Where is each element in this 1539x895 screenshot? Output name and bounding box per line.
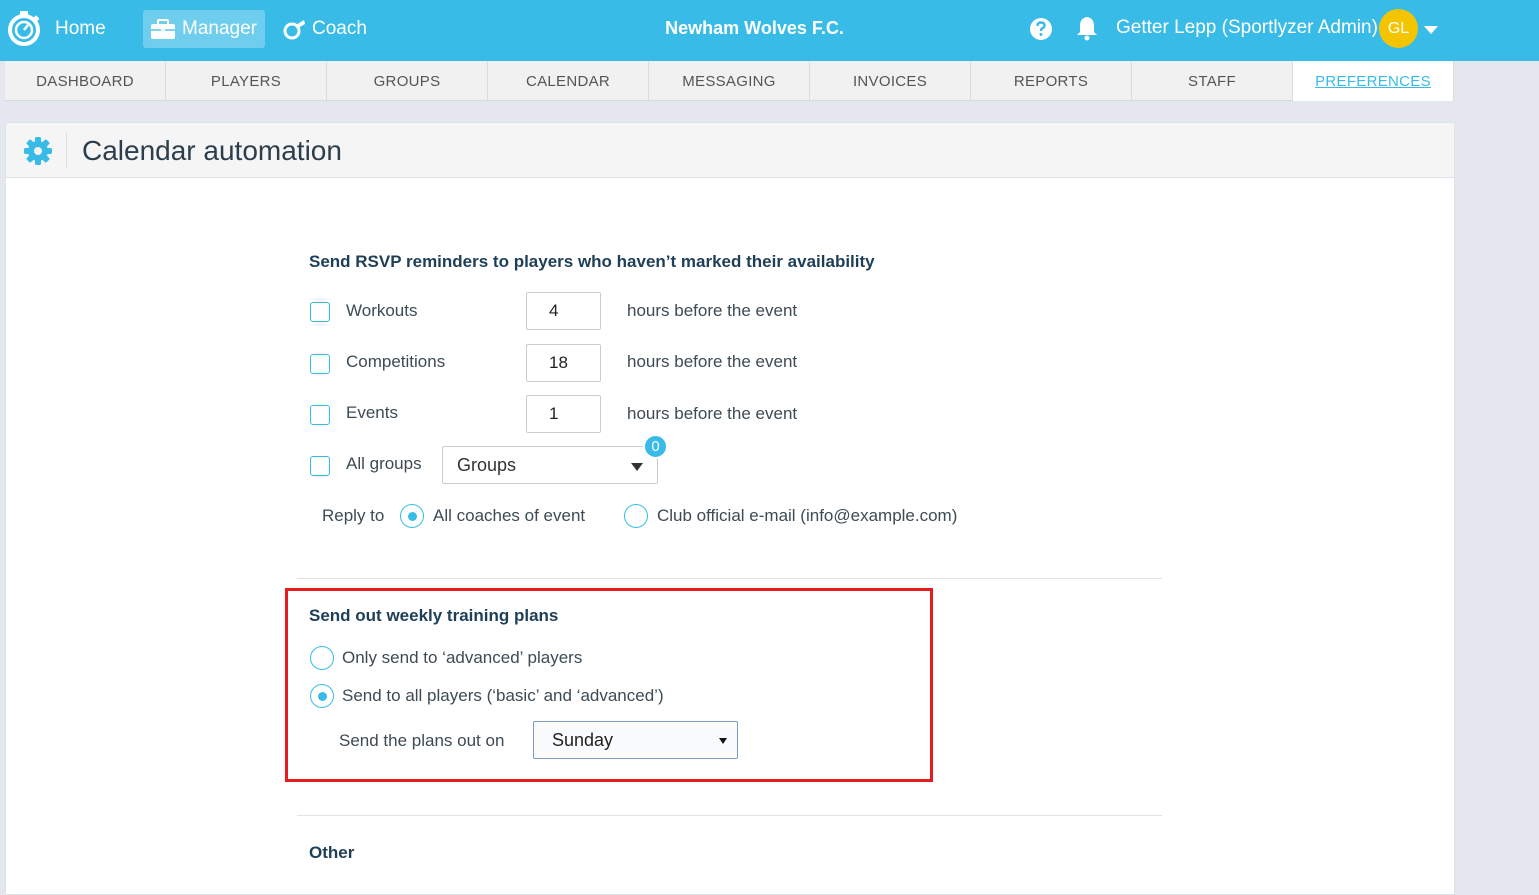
tab-invoices[interactable]: INVOICES [810,61,971,101]
workouts-hours-input[interactable]: 4 [526,292,601,330]
workouts-label: Workouts [346,301,418,320]
events-suffix: hours before the event [627,404,798,423]
groups-select-value: Groups [457,454,517,475]
groups-count-badge: 0 [643,434,668,459]
competitions-checkbox[interactable] [310,354,330,374]
gear-icon [24,137,52,165]
section-divider [297,815,1162,816]
tab-reports[interactable]: REPORTS [971,61,1132,101]
weekly-all-players-label: Send to all players (‘basic’ and ‘advanc… [342,686,664,705]
competitions-hours-input[interactable]: 18 [526,344,601,382]
header-divider [66,133,67,168]
page-title: Calendar automation [82,135,342,166]
competitions-label: Competitions [346,352,446,371]
events-checkbox[interactable] [310,405,330,425]
tab-players[interactable]: PLAYERS [166,61,327,101]
caret-down-icon [631,463,643,471]
tab-staff[interactable]: STAFF [1132,61,1293,101]
tab-messaging[interactable]: MESSAGING [649,61,810,101]
send-day-value: Sunday [552,729,614,750]
sub-navigation: DASHBOARD PLAYERS GROUPS CALENDAR MESSAG… [5,61,1454,101]
send-day-select[interactable]: Sunday [533,721,738,759]
tab-preferences[interactable]: PREFERENCES [1293,61,1454,101]
rsvp-section-title: Send RSVP reminders to players who haven… [309,252,875,271]
reply-all-coaches-label: All coaches of event [433,506,586,525]
all-groups-checkbox[interactable] [310,456,330,476]
section-divider [297,578,1162,579]
reply-to-label: Reply to [322,506,385,525]
send-day-label: Send the plans out on [339,731,505,750]
competitions-suffix: hours before the event [627,352,798,371]
reply-all-coaches-radio[interactable] [400,504,424,528]
tab-dashboard[interactable]: DASHBOARD [5,61,166,101]
user-name[interactable]: Getter Lepp (Sportlyzer Admin) [1116,17,1378,39]
weekly-advanced-only-label: Only send to ‘advanced’ players [342,648,583,667]
tab-calendar[interactable]: CALENDAR [488,61,649,101]
weekly-advanced-only-radio[interactable] [310,646,334,670]
reply-club-email-label: Club official e-mail (info@example.com) [657,506,958,525]
all-groups-label: All groups [346,454,422,473]
workouts-checkbox[interactable] [310,302,330,322]
help-icon[interactable] [1029,17,1053,41]
weekly-section-title: Send out weekly training plans [309,606,559,625]
events-label: Events [346,403,398,422]
groups-select[interactable]: Groups [442,446,658,484]
other-section-title: Other [309,843,355,862]
workouts-suffix: hours before the event [627,301,798,320]
chevron-down-icon[interactable] [1424,26,1438,34]
tab-groups[interactable]: GROUPS [327,61,488,101]
avatar[interactable]: GL [1379,9,1418,48]
reply-club-email-radio[interactable] [624,504,648,528]
bell-icon[interactable] [1075,15,1099,41]
weekly-all-players-radio[interactable] [310,684,334,708]
panel-header: Calendar automation [6,123,1454,178]
events-hours-input[interactable]: 1 [526,395,601,433]
caret-down-icon [719,738,727,744]
top-bar: Home Manager Coach Newham Wolves F.C. Ge… [0,0,1539,61]
background-strip [1456,101,1539,895]
